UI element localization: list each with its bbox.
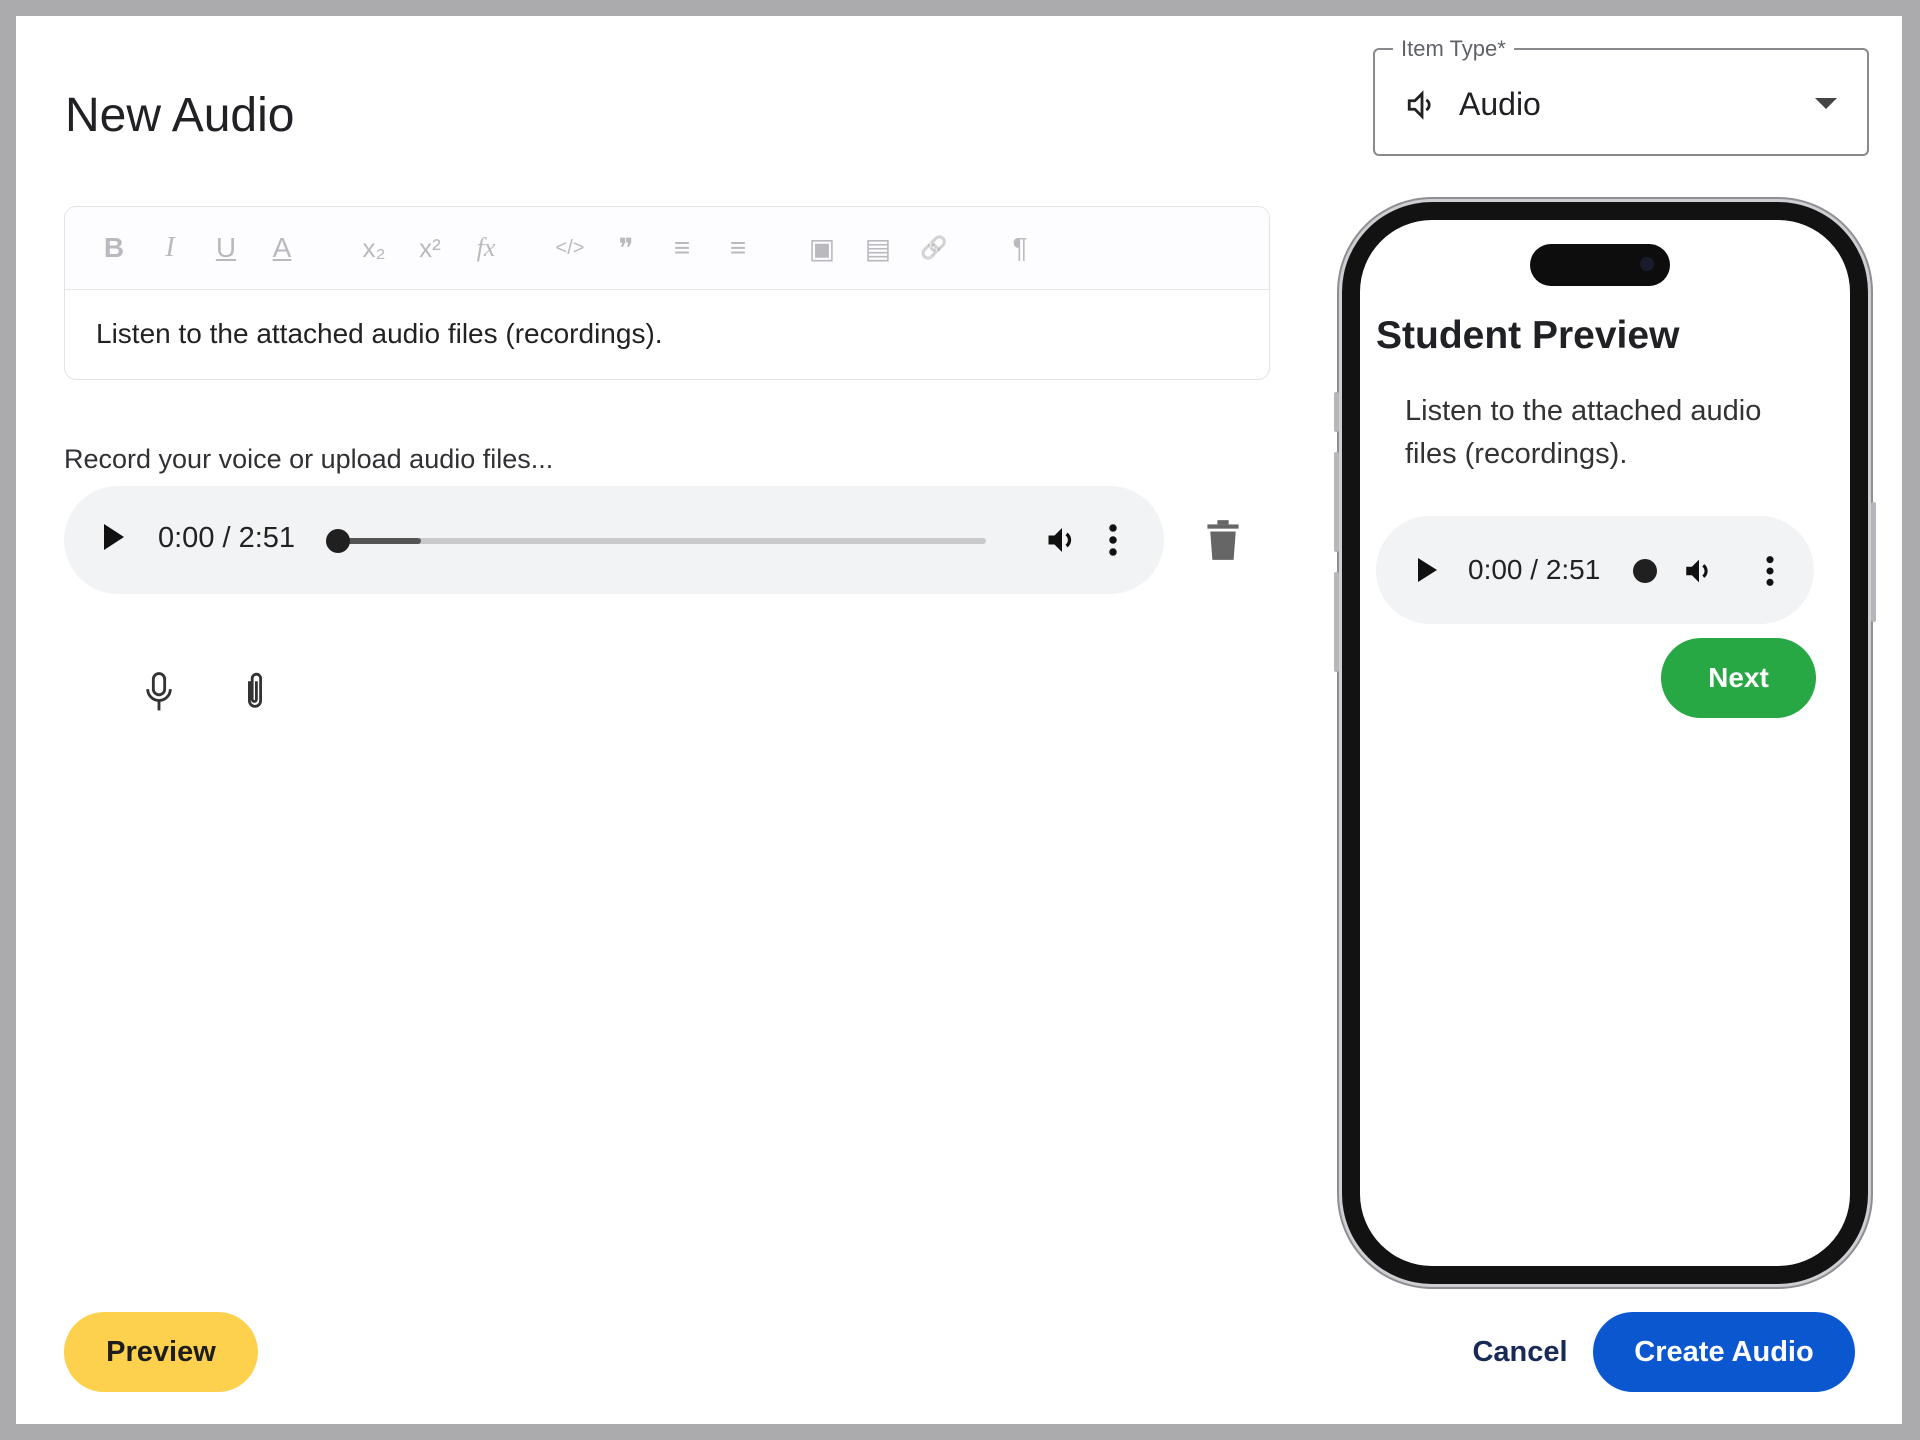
preview-button[interactable]: Preview [64, 1312, 258, 1392]
play-icon[interactable] [1418, 558, 1437, 582]
more-options-icon[interactable] [1764, 554, 1776, 588]
preview-audio-player: 0:00 / 2:51 [1376, 516, 1814, 624]
phone-screen: Student Preview Listen to the attached a… [1360, 220, 1850, 1266]
more-options-icon[interactable] [1106, 522, 1120, 558]
new-audio-dialog: New Audio Item Type* Audio B I U A x₂ x²… [16, 16, 1902, 1424]
volume-icon[interactable] [1682, 554, 1716, 588]
editor-toolbar: B I U A x₂ x² fx </> ❞ ≡ ≡ ▣ ▤ 🔗 ¶ [65, 207, 1269, 290]
phone-side-button [1871, 502, 1876, 622]
dynamic-island [1530, 244, 1670, 286]
text-direction-icon[interactable]: ¶ [1001, 229, 1039, 267]
audio-scrubber[interactable] [1633, 559, 1657, 583]
video-icon[interactable]: ▤ [859, 229, 897, 267]
audio-player: 0:00 / 2:51 [64, 486, 1164, 594]
italic-icon[interactable]: I [151, 229, 189, 267]
trash-icon[interactable] [1206, 520, 1240, 560]
next-button[interactable]: Next [1661, 638, 1816, 718]
image-icon[interactable]: ▣ [803, 229, 841, 267]
formula-icon[interactable]: fx [467, 229, 505, 267]
code-icon[interactable]: </> [551, 229, 589, 267]
audio-time: 0:00 / 2:51 [158, 522, 296, 554]
record-hint: Record your voice or upload audio files.… [64, 444, 554, 474]
link-icon[interactable]: 🔗 [915, 229, 953, 267]
attachment-icon[interactable] [238, 670, 272, 712]
phone-side-button [1334, 572, 1339, 672]
speaker-icon [1407, 90, 1431, 120]
camera-icon [1640, 257, 1654, 271]
preview-audio-time: 0:00 / 2:51 [1468, 554, 1601, 585]
play-icon[interactable] [104, 524, 124, 550]
superscript-icon[interactable]: x² [411, 229, 449, 267]
student-preview-title: Student Preview [1376, 314, 1680, 357]
microphone-icon[interactable] [142, 672, 176, 712]
audio-progress-bar[interactable] [326, 529, 986, 553]
phone-side-button [1334, 392, 1339, 432]
chevron-down-icon [1815, 98, 1837, 109]
text-color-icon[interactable]: A [263, 229, 301, 267]
page-title: New Audio [65, 89, 295, 142]
bullet-list-icon[interactable]: ≡ [719, 229, 757, 267]
bold-icon[interactable]: B [95, 229, 133, 267]
rich-text-editor: B I U A x₂ x² fx </> ❞ ≡ ≡ ▣ ▤ 🔗 ¶ Liste… [64, 206, 1270, 380]
phone-preview: Student Preview Listen to the attached a… [1334, 202, 1876, 1284]
create-audio-button[interactable]: Create Audio [1593, 1312, 1855, 1392]
ordered-list-icon[interactable]: ≡ [663, 229, 701, 267]
phone-side-button [1334, 452, 1339, 552]
subscript-icon[interactable]: x₂ [355, 229, 393, 267]
blockquote-icon[interactable]: ❞ [607, 229, 645, 267]
underline-icon[interactable]: U [207, 229, 245, 267]
item-type-label: Item Type* [1393, 36, 1514, 62]
editor-content[interactable]: Listen to the attached audio files (reco… [65, 290, 1269, 378]
cancel-button[interactable]: Cancel [1460, 1312, 1580, 1392]
volume-icon[interactable] [1044, 522, 1080, 558]
item-type-select[interactable]: Item Type* Audio [1373, 36, 1869, 156]
student-preview-text: Listen to the attached audio files (reco… [1405, 395, 1762, 470]
item-type-value: Audio [1459, 86, 1541, 122]
audio-scrubber[interactable] [326, 529, 350, 553]
